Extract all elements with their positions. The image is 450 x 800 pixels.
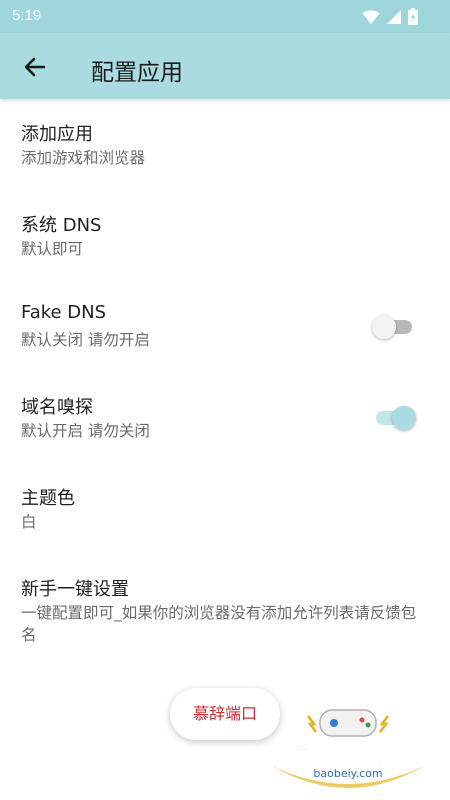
status-icons [362,8,418,25]
setting-subtitle: 默认即可 [21,240,84,258]
setting-title: 系统 DNS [21,215,102,236]
domain-sniffing-toggle[interactable] [374,404,416,432]
svg-text:宝贝游戏网: 宝贝游戏网 [291,739,406,766]
page-title: 配置应用 [91,60,183,86]
setting-theme-color[interactable]: 主题色 白 [0,474,450,554]
setting-domain-sniffing[interactable]: 域名嗅探 默认开启 请勿关闭 [0,383,450,463]
setting-subtitle: 一键配置即可_如果你的浏览器没有添加允许列表请反馈包名 [21,604,417,644]
setting-title: 新手一键设置 [21,579,129,600]
setting-subtitle: 添加游戏和浏览器 [21,149,146,167]
battery-icon [408,8,418,25]
arrow-back-icon [24,57,46,77]
back-button[interactable] [20,52,50,82]
status-bar: 5:19 [0,0,450,33]
setting-title: 添加应用 [21,124,93,145]
port-chip-button[interactable]: 慕辞端口 [170,688,280,740]
setting-quick-setup[interactable]: 新手一键设置 一键配置即可_如果你的浏览器没有添加允许列表请反馈包名 [0,565,450,655]
signal-icon [387,9,401,24]
setting-title: 域名嗅探 [21,397,93,418]
fake-dns-toggle[interactable] [372,313,416,341]
setting-subtitle: 默认关闭 请勿开启 [21,331,150,349]
setting-subtitle: 默认开启 请勿关闭 [21,422,150,440]
wifi-icon [362,9,380,24]
setting-title: Fake DNS [21,302,107,323]
setting-fake-dns[interactable]: Fake DNS 默认关闭 请勿开启 [0,292,450,372]
setting-title: 主题色 [21,488,75,509]
toggle-thumb [372,315,396,339]
watermark-logo: 宝贝游戏网 baobeiy.com [272,709,424,788]
setting-add-app[interactable]: 添加应用 添加游戏和浏览器 [0,110,450,190]
setting-system-dns[interactable]: 系统 DNS 默认即可 [0,201,450,281]
svg-text:baobeiy.com: baobeiy.com [313,767,382,780]
setting-subtitle: 白 [21,513,37,531]
status-time: 5:19 [12,7,42,24]
app-bar: 配置应用 [0,33,450,99]
toggle-thumb [392,406,416,430]
